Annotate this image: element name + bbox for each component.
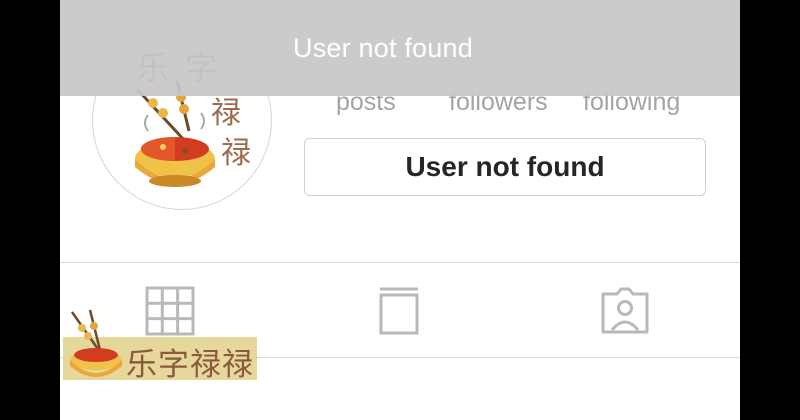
watermark-text: 乐字禄禄 <box>126 347 254 383</box>
svg-text:禄: 禄 <box>221 136 251 171</box>
hotpot-watermark-icon <box>66 308 128 384</box>
notification-banner: User not found <box>60 0 740 96</box>
profile-action-button[interactable]: User not found <box>304 138 706 196</box>
tab-grid[interactable] <box>145 286 195 336</box>
tagged-person-icon <box>601 287 649 334</box>
tab-feed[interactable] <box>375 286 425 336</box>
svg-text:禄: 禄 <box>211 96 241 131</box>
tab-tagged[interactable] <box>600 286 650 336</box>
feed-icon <box>379 287 419 335</box>
divider <box>60 262 740 263</box>
banner-message: User not found <box>293 33 473 63</box>
profile-action-button-label: User not found <box>405 151 605 182</box>
grid-icon <box>145 286 195 336</box>
